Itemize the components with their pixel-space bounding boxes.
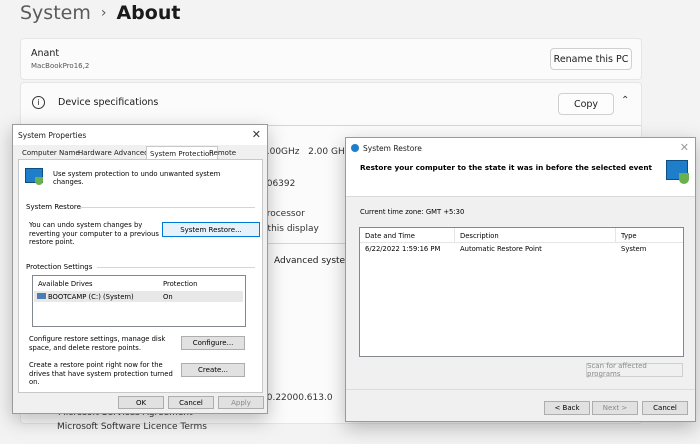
col-available-drives[interactable]: Available Drives (38, 280, 93, 288)
pen-touch-text: r this display (261, 224, 319, 234)
restore-header: Restore your computer to the state it wa… (346, 158, 695, 197)
dialog-title: System Properties (18, 130, 87, 140)
tab-remote[interactable]: Remote (206, 147, 239, 159)
licence-terms-link[interactable]: Microsoft Software Licence Terms (57, 422, 207, 432)
chevron-up-icon[interactable]: ⌃ (621, 95, 629, 106)
create-button[interactable]: Create... (181, 363, 245, 377)
next-button: Next > (592, 401, 638, 415)
configure-button[interactable]: Configure... (181, 336, 245, 350)
drives-list[interactable]: Available Drives Protection BOOTCAMP (C:… (32, 275, 246, 327)
device-name-card: Anant MacBookPro16,2 Rename this PC (20, 38, 642, 80)
intro-text: Use system protection to undo unwanted s… (53, 170, 221, 186)
restore-heading: Restore your computer to the state it wa… (360, 163, 653, 172)
table-row[interactable]: 6/22/2022 1:59:16 PM Automatic Restore P… (360, 243, 683, 254)
breadcrumb: System › About (20, 2, 180, 24)
restore-description: You can undo system changes by reverting… (29, 221, 159, 246)
restore-points-list[interactable]: Date and Time Description Type 6/22/2022… (359, 227, 684, 357)
ok-button[interactable]: OK (118, 396, 164, 409)
restore-title-icon (351, 144, 359, 152)
system-properties-titlebar[interactable]: System Properties ✕ (13, 125, 267, 145)
close-icon[interactable]: ✕ (252, 128, 261, 141)
shield-icon (679, 173, 689, 184)
page-title: About (116, 2, 181, 24)
drive-icon (37, 293, 46, 299)
drive-protection: On (163, 293, 173, 301)
col-date-time[interactable]: Date and Time (365, 232, 415, 240)
protection-group-label: Protection Settings (26, 263, 93, 271)
specs-title: Device specifications (58, 97, 159, 108)
device-model: MacBookPro16,2 (31, 62, 90, 70)
scan-affected-programs-button: Scan for affected programs (586, 362, 683, 378)
tab-computer-name[interactable]: Computer Name (19, 147, 83, 159)
system-restore-button[interactable]: System Restore... (162, 222, 260, 237)
copy-button[interactable]: Copy (558, 93, 614, 115)
os-build-text: 00.22000.613.0 (261, 393, 333, 403)
back-button[interactable]: < Back (544, 401, 590, 415)
drive-name: BOOTCAMP (C:) (System) (48, 293, 134, 301)
row-type: System (621, 245, 647, 253)
shield-icon (35, 177, 43, 185)
row-datetime: 6/22/2022 1:59:16 PM (365, 245, 441, 253)
system-restore-titlebar[interactable]: System Restore ✕ (346, 138, 695, 158)
apply-button[interactable]: Apply (218, 396, 264, 409)
system-properties-dialog: System Properties ✕ Computer Name Hardwa… (12, 124, 268, 414)
dialog-title: System Restore (363, 143, 422, 153)
cancel-button[interactable]: Cancel (168, 396, 214, 409)
processor-speed-text: 2.00GHz 2.00 GHz (261, 147, 350, 157)
create-description: Create a restore point right now for the… (29, 361, 173, 386)
breadcrumb-parent[interactable]: System (20, 2, 91, 24)
drive-row[interactable]: BOOTCAMP (C:) (System) On (34, 291, 243, 302)
tab-hardware[interactable]: Hardware (75, 147, 115, 159)
col-description[interactable]: Description (460, 232, 499, 240)
cancel-button[interactable]: Cancel (642, 401, 688, 415)
info-icon: i (32, 96, 45, 109)
rename-pc-button[interactable]: Rename this PC (550, 48, 632, 70)
configure-description: Configure restore settings, manage disk … (29, 335, 166, 352)
timezone-text: Current time zone: GMT +5:30 (360, 208, 465, 216)
col-protection[interactable]: Protection (163, 280, 197, 288)
system-restore-dialog: System Restore ✕ Restore your computer t… (345, 137, 696, 422)
tab-page: Use system protection to undo unwanted s… (18, 159, 263, 393)
device-name: Anant (31, 48, 60, 59)
close-icon[interactable]: ✕ (680, 141, 689, 154)
restore-group-label: System Restore (26, 203, 81, 211)
col-type[interactable]: Type (621, 232, 637, 240)
list-header: Date and Time Description Type (360, 228, 683, 243)
row-description: Automatic Restore Point (460, 245, 542, 253)
chevron-right-icon: › (100, 5, 107, 21)
